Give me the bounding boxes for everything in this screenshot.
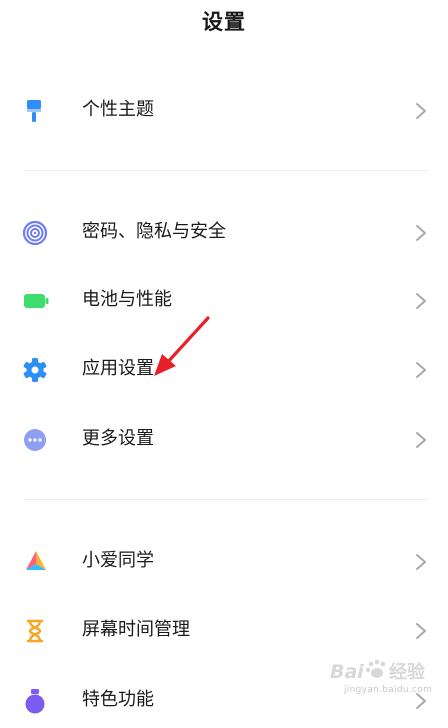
settings-item-label: 应用设置 [82, 358, 154, 379]
chevron-right-icon [414, 101, 428, 121]
fingerprint-icon [22, 220, 50, 246]
settings-item-screen-time[interactable]: 屏幕时间管理 [0, 602, 448, 658]
settings-item-label: 个性主题 [82, 99, 154, 120]
theme-brush-icon [22, 98, 50, 124]
gear-icon [22, 357, 50, 383]
settings-item-battery-performance[interactable]: 电池与性能 [0, 272, 448, 328]
settings-item-label: 特色功能 [82, 689, 154, 710]
divider [24, 170, 428, 171]
settings-item-label: 更多设置 [82, 428, 154, 449]
more-dots-icon [22, 427, 50, 453]
page-title: 设置 [202, 10, 246, 34]
chevron-right-icon [414, 621, 428, 641]
chevron-right-icon [414, 691, 428, 711]
settings-item-theme[interactable]: 个性主题 [0, 82, 448, 138]
settings-item-privacy-security[interactable]: 密码、隐私与安全 [0, 204, 448, 260]
settings-item-label: 小爱同学 [82, 550, 154, 571]
hourglass-icon [22, 618, 50, 644]
settings-item-app-settings[interactable]: 应用设置 [0, 341, 448, 397]
settings-item-xiaoai[interactable]: 小爱同学 [0, 533, 448, 589]
xiaoai-icon [22, 549, 50, 575]
settings-item-more-settings[interactable]: 更多设置 [0, 411, 448, 467]
header: 设置 [0, 0, 448, 44]
chevron-right-icon [414, 360, 428, 380]
chevron-right-icon [414, 552, 428, 572]
battery-icon [22, 288, 50, 314]
chevron-right-icon [414, 291, 428, 311]
chevron-right-icon [414, 430, 428, 450]
features-icon [22, 688, 50, 714]
settings-item-label: 屏幕时间管理 [82, 619, 190, 640]
chevron-right-icon [414, 223, 428, 243]
divider [24, 499, 428, 500]
settings-item-features[interactable]: 特色功能 [0, 672, 448, 728]
settings-item-label: 密码、隐私与安全 [82, 221, 226, 242]
settings-item-label: 电池与性能 [82, 289, 172, 310]
